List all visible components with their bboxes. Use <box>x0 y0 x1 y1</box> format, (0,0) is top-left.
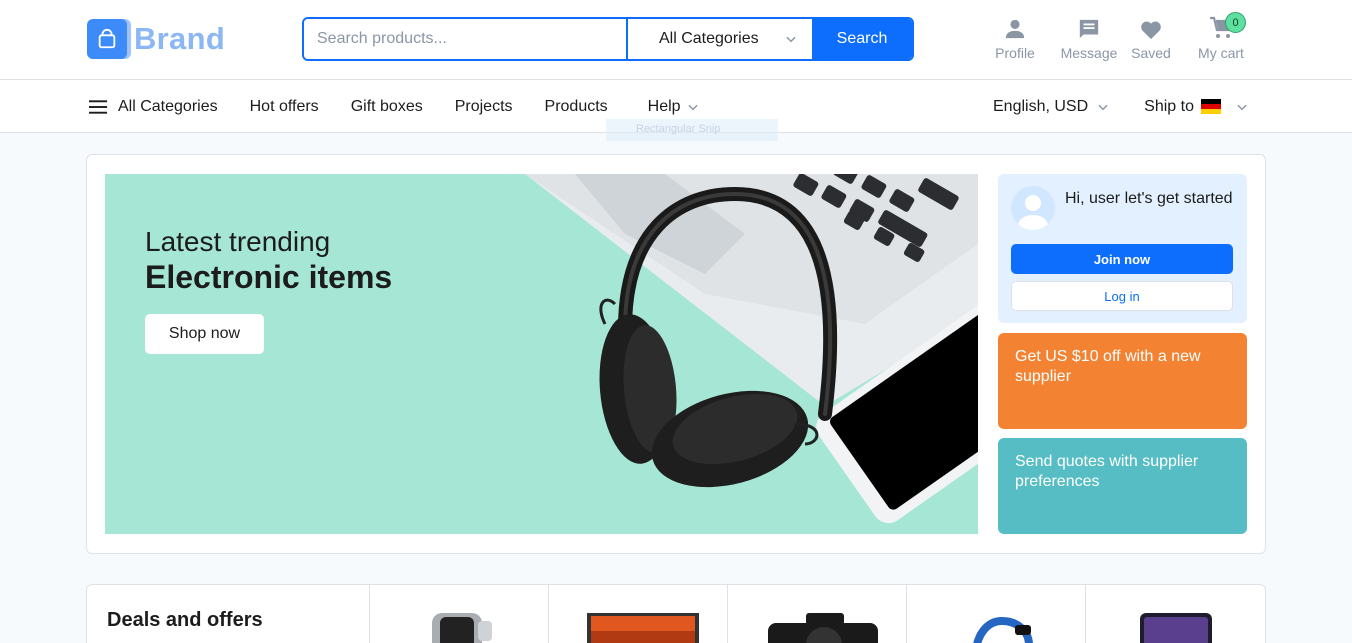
deal-item-camera[interactable] <box>727 585 906 643</box>
menu-icon <box>89 99 108 114</box>
cart-button[interactable]: My cart 0 <box>1192 12 1250 61</box>
ship-to-label: Ship to <box>1144 97 1194 115</box>
shop-now-button[interactable]: Shop now <box>145 314 264 354</box>
user-greeting: Hi, user let's get started <box>1065 190 1233 207</box>
camera-image <box>768 613 878 643</box>
language-currency-select[interactable]: English, USD <box>993 98 1110 116</box>
message-button[interactable]: Message <box>1056 14 1122 61</box>
nav-all-categories[interactable]: All Categories <box>89 98 218 116</box>
snip-overlay: Rectangular Snip <box>606 119 778 141</box>
user-card: Hi, user let's get started Join now Log … <box>998 174 1247 323</box>
deal-item-laptop[interactable] <box>548 585 727 643</box>
log-in-button[interactable]: Log in <box>1011 281 1233 311</box>
deal-item-smartwatch[interactable] <box>369 585 548 643</box>
promo-banner: Latest trending Electronic items Shop no… <box>105 174 978 534</box>
deals-title: Deals and offers <box>107 609 263 631</box>
saved-label: Saved <box>1131 45 1171 61</box>
deal-item-headphones[interactable] <box>906 585 1085 643</box>
search-bar: All Categories Search <box>302 17 914 61</box>
top-header: Brand All Categories Search Profile Mess… <box>0 0 1352 80</box>
message-label: Message <box>1060 45 1118 61</box>
profile-label: Profile <box>995 45 1035 61</box>
chevron-down-icon <box>1098 104 1108 110</box>
ship-to-select[interactable]: Ship to <box>1144 98 1249 116</box>
chevron-down-icon <box>687 104 698 110</box>
chevron-down-icon <box>1237 104 1247 110</box>
category-select[interactable]: All Categories <box>626 19 812 59</box>
language-currency-label: English, USD <box>993 97 1089 115</box>
brand-logo[interactable]: Brand <box>87 19 225 59</box>
search-button[interactable]: Search <box>812 19 912 59</box>
saved-button[interactable]: Saved <box>1128 14 1174 61</box>
heart-icon <box>1140 14 1162 40</box>
nav-help[interactable]: Help <box>648 98 700 116</box>
deals-section: Deals and offers <box>86 584 1266 643</box>
cart-label: My cart <box>1198 45 1244 61</box>
join-now-button[interactable]: Join now <box>1011 244 1233 274</box>
search-input[interactable] <box>304 19 626 59</box>
cart-count-badge: 0 <box>1225 12 1246 33</box>
nav-all-categories-label: All Categories <box>118 97 218 115</box>
message-icon <box>1078 14 1100 40</box>
nav-gift-boxes[interactable]: Gift boxes <box>351 98 423 116</box>
deal-item-smartphone[interactable] <box>1085 585 1264 643</box>
shopping-bag-icon <box>87 19 127 59</box>
send-quotes-promo[interactable]: Send quotes with supplier preferences <box>998 438 1247 534</box>
avatar <box>1011 186 1055 230</box>
banner-subtitle: Latest trending <box>145 226 331 257</box>
user-icon <box>1004 14 1026 40</box>
germany-flag-icon <box>1200 99 1221 114</box>
nav-help-label: Help <box>647 97 681 115</box>
laptop-image <box>587 613 699 643</box>
nav-hot-offers[interactable]: Hot offers <box>250 98 319 116</box>
category-select-value: All Categories <box>659 30 759 47</box>
hero-section: Latest trending Electronic items Shop no… <box>86 154 1266 554</box>
supplier-discount-promo[interactable]: Get US $10 off with a new supplier <box>998 333 1247 429</box>
smartwatch-image <box>432 613 492 643</box>
chevron-down-icon <box>786 36 796 43</box>
nav-projects[interactable]: Projects <box>455 98 513 116</box>
smartphone-image <box>1140 613 1212 643</box>
nav-products[interactable]: Products <box>545 98 608 116</box>
headphones-image <box>973 616 1033 643</box>
banner-title: Electronic items <box>145 259 393 295</box>
profile-button[interactable]: Profile <box>990 14 1040 61</box>
brand-name: Brand <box>134 21 226 56</box>
header-actions: Profile Message Saved My cart 0 <box>990 12 1250 61</box>
nav-settings: English, USD Ship to <box>993 80 1249 133</box>
